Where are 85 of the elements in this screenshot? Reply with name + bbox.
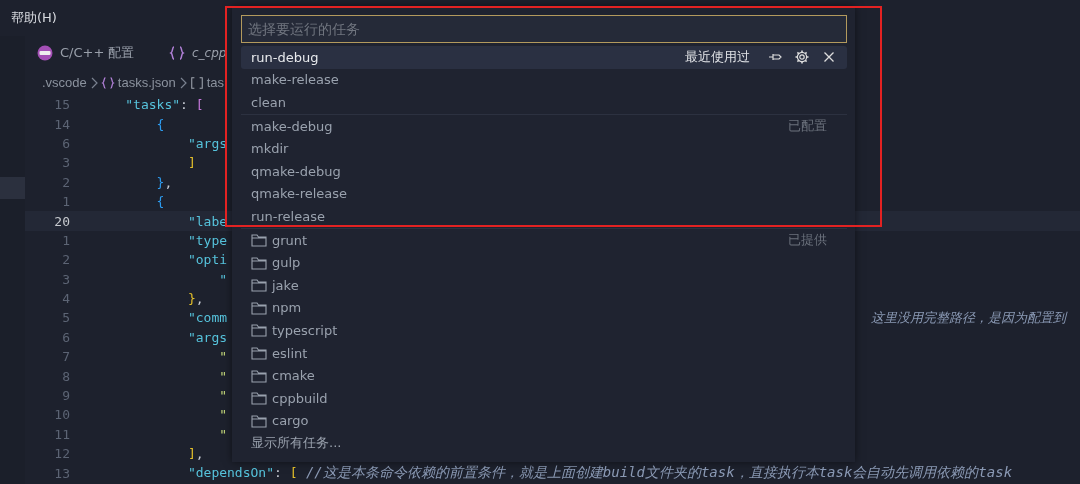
editor-tab[interactable]: C/C++ 配置 xyxy=(37,36,147,70)
settings-icon[interactable] xyxy=(794,49,810,66)
show-all-tasks-item[interactable]: 显示所有任务... xyxy=(241,432,847,455)
folder-icon xyxy=(251,255,267,270)
chevron-icon xyxy=(89,76,98,89)
code-line: }, xyxy=(186,291,204,307)
code-line: " xyxy=(218,407,228,423)
breadcrumb-item[interactable]: tas xyxy=(206,75,224,90)
code-line: "type xyxy=(186,232,228,248)
code-line: { xyxy=(155,116,165,132)
line-number: 1 xyxy=(61,232,70,248)
breadcrumb-item[interactable]: .vscode xyxy=(42,75,87,90)
folder-icon xyxy=(251,391,267,406)
line-number: 6 xyxy=(61,329,70,345)
code-line: "labe xyxy=(186,213,228,229)
line-number: 13 xyxy=(53,465,70,481)
search-field[interactable]: 选择要运行的任务 xyxy=(241,15,847,43)
folder-icon xyxy=(251,413,267,428)
code-comment: 这里没用完整路径，是因为配置到 xyxy=(871,309,1066,327)
code-line: }, xyxy=(155,174,173,190)
code-line: "opti xyxy=(186,252,228,268)
code-line: { xyxy=(155,194,165,210)
code-line: " xyxy=(218,388,228,404)
line-number: 7 xyxy=(61,349,70,365)
task-item[interactable]: npm xyxy=(241,296,847,320)
folder-icon xyxy=(251,233,267,248)
folder-icon xyxy=(251,368,267,383)
task-item[interactable]: make-release xyxy=(241,68,847,92)
line-number: 20 xyxy=(53,213,70,229)
code-line: ] xyxy=(186,155,196,171)
chevron-icon xyxy=(178,76,187,89)
code-line: "dependsOn": [ //这是本条命令依赖的前置条件，就是上面创建build文件夹的task，直接执行本task会自动先调用依赖的task xyxy=(186,464,1013,483)
code-line: "args xyxy=(186,329,228,345)
task-item[interactable]: run-release xyxy=(241,205,847,228)
menu-item[interactable]: 帮助(H) xyxy=(11,9,57,27)
folder-icon xyxy=(251,278,267,293)
task-item[interactable]: run-debug 最近使用过 xyxy=(241,46,847,69)
line-number: 12 xyxy=(53,446,70,462)
line-number: 5 xyxy=(61,310,70,326)
group-label: 已配置 xyxy=(788,117,827,136)
task-item[interactable]: cppbuild xyxy=(241,386,847,410)
task-item[interactable]: gulp xyxy=(241,251,847,274)
task-item[interactable]: qmake-debug xyxy=(241,159,847,183)
line-number: 3 xyxy=(61,155,70,171)
code-line: "tasks": [ xyxy=(124,97,204,113)
task-item[interactable]: clean xyxy=(241,91,847,114)
folder-icon xyxy=(251,300,267,315)
code-line: " xyxy=(218,349,228,365)
line-number: 4 xyxy=(61,291,70,307)
code-line: ], xyxy=(186,446,204,462)
task-item[interactable]: typescript xyxy=(241,319,847,342)
code-line: " xyxy=(218,368,228,384)
editor-tab[interactable]: c_cpp xyxy=(169,36,227,70)
task-item[interactable]: make-debug 已配置 xyxy=(241,113,847,138)
line-number: 11 xyxy=(53,426,70,442)
breadcrumb-item[interactable]: tasks.json xyxy=(117,75,176,90)
folder-icon xyxy=(251,323,267,338)
task-item[interactable]: cargo xyxy=(241,409,847,433)
task-item[interactable]: eslint xyxy=(241,341,847,365)
task-item[interactable]: qmake-release xyxy=(241,182,847,206)
group-label: 最近使用过 xyxy=(685,48,750,67)
group-label: 已提供 xyxy=(788,231,827,250)
cpp-logo-icon xyxy=(37,45,53,61)
code-line: "comm xyxy=(186,310,228,326)
code-line: " xyxy=(218,271,228,287)
code-line: " xyxy=(218,426,228,442)
line-number: 2 xyxy=(61,174,70,190)
braces-icon xyxy=(100,75,115,90)
task-item[interactable]: cmake xyxy=(241,364,847,387)
code-line: "args xyxy=(186,135,228,151)
task-item[interactable]: jake xyxy=(241,273,847,297)
braces-icon xyxy=(169,45,185,61)
line-number: 1 xyxy=(61,194,70,210)
line-number: 9 xyxy=(61,388,70,404)
task-item[interactable]: grunt 已提供 xyxy=(241,227,847,252)
task-item[interactable]: mkdir xyxy=(241,137,847,160)
line-number: 3 xyxy=(61,271,70,287)
line-number: 8 xyxy=(61,368,70,384)
line-number: 6 xyxy=(61,135,70,151)
brackets-icon xyxy=(189,75,204,90)
folder-icon xyxy=(251,346,267,360)
line-number: 14 xyxy=(53,116,70,132)
line-number: 2 xyxy=(61,252,70,268)
line-number: 10 xyxy=(53,407,70,423)
line-number: 15 xyxy=(53,97,70,113)
